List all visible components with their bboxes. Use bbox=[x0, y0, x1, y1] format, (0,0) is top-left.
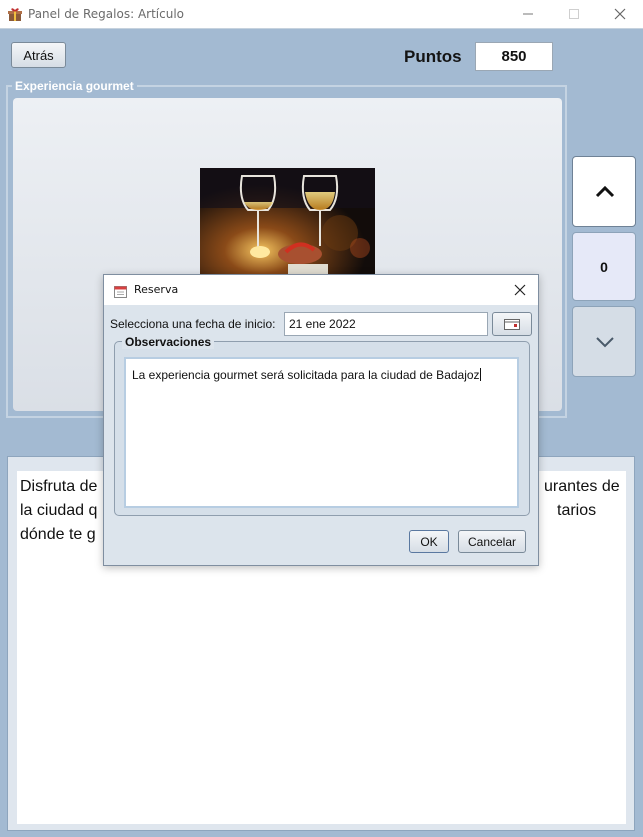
dialog-titlebar: Reserva bbox=[104, 275, 538, 305]
observations-textarea[interactable]: La experiencia gourmet será solicitada p… bbox=[124, 357, 519, 508]
chevron-up-icon bbox=[595, 185, 615, 198]
calendar-picker-icon bbox=[504, 318, 520, 330]
chevron-down-icon bbox=[596, 337, 614, 348]
window-titlebar: Panel de Regalos: Artículo bbox=[0, 0, 643, 29]
article-title: Experiencia gourmet bbox=[12, 79, 137, 93]
calendar-icon bbox=[114, 283, 127, 298]
previous-article-button[interactable] bbox=[572, 156, 636, 227]
article-photo bbox=[200, 168, 375, 278]
cancel-button[interactable]: Cancelar bbox=[458, 530, 526, 553]
observations-text: La experiencia gourmet será solicitada p… bbox=[132, 368, 480, 382]
ok-button[interactable]: OK bbox=[409, 530, 449, 553]
points-label: Puntos bbox=[404, 47, 462, 66]
close-icon bbox=[614, 8, 626, 20]
cancel-button-label: Cancelar bbox=[467, 534, 517, 549]
reservation-dialog: Reserva Selecciona una fecha de inicio: … bbox=[103, 274, 539, 566]
start-date-label: Selecciona una fecha de inicio: bbox=[110, 317, 276, 331]
back-button-label: Atrás bbox=[23, 47, 54, 63]
description-line-3-start: dónde te g bbox=[20, 526, 96, 543]
next-article-button[interactable] bbox=[572, 306, 636, 377]
dialog-close-button[interactable] bbox=[510, 281, 530, 299]
ok-button-label: OK bbox=[420, 534, 438, 549]
close-icon bbox=[514, 284, 526, 296]
description-line-1-end: urantes de bbox=[544, 478, 620, 495]
back-button[interactable]: Atrás bbox=[11, 42, 66, 68]
description-line-2-start: la ciudad q bbox=[20, 502, 98, 519]
calendar-picker-button[interactable] bbox=[492, 312, 532, 336]
gift-icon bbox=[7, 6, 23, 22]
observations-title: Observaciones bbox=[122, 335, 215, 349]
close-window-button[interactable] bbox=[597, 0, 643, 29]
maximize-icon bbox=[569, 9, 579, 19]
dialog-title: Reserva bbox=[134, 283, 179, 296]
window-title: Panel de Regalos: Artículo bbox=[28, 7, 184, 21]
points-field: 850 bbox=[475, 42, 553, 71]
description-line-2-end: tarios bbox=[557, 502, 597, 519]
description-line-1-start: Disfruta de bbox=[20, 478, 98, 495]
start-date-field[interactable]: 21 ene 2022 bbox=[284, 312, 488, 336]
minimize-button[interactable] bbox=[505, 0, 551, 29]
article-counter: 0 bbox=[572, 232, 636, 301]
text-cursor bbox=[479, 368, 481, 381]
minimize-icon bbox=[523, 13, 533, 15]
maximize-button[interactable] bbox=[551, 0, 597, 29]
